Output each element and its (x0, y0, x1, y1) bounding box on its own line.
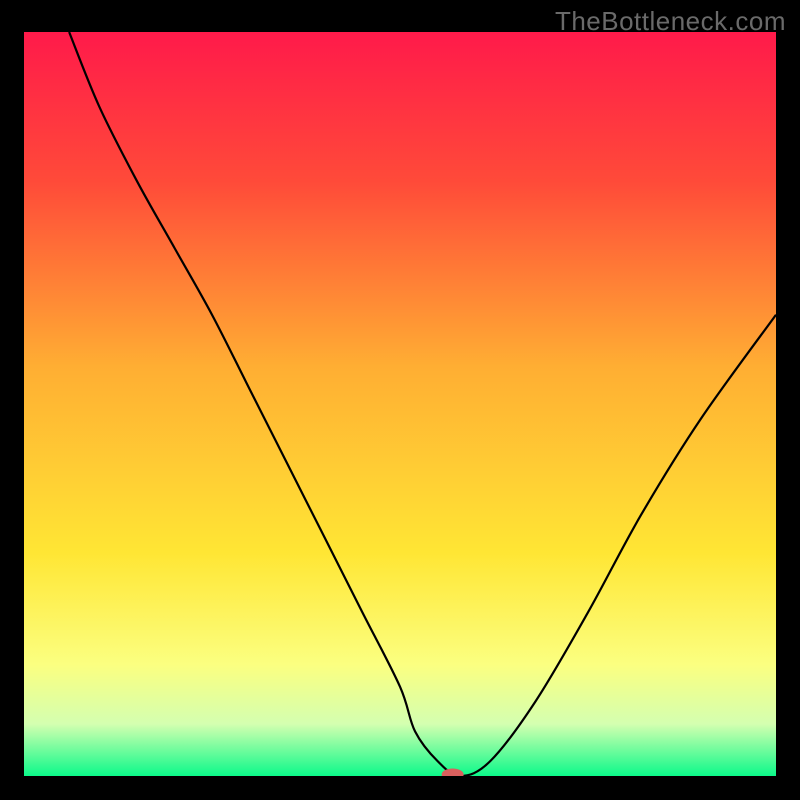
chart-svg (24, 32, 776, 776)
chart-frame: TheBottleneck.com (0, 0, 800, 800)
watermark-text: TheBottleneck.com (555, 6, 786, 37)
plot-area (24, 32, 776, 776)
gradient-background (24, 32, 776, 776)
